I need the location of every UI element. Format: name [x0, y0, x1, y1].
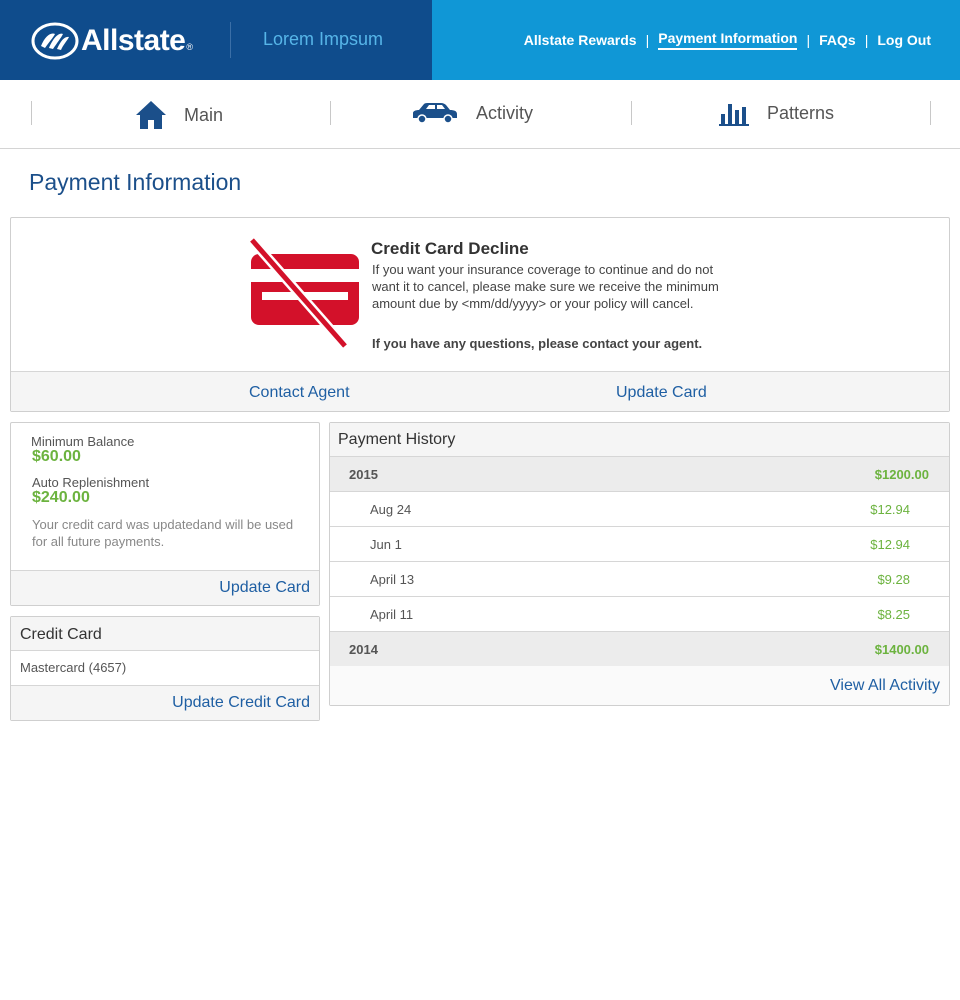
balance-card-footer: Update Card: [11, 570, 319, 605]
payment-amount: $8.25: [877, 607, 910, 622]
link-payment-information[interactable]: Payment Information: [658, 30, 798, 50]
payment-history-panel: Payment History 2015 $1200.00 Aug 24 $12…: [329, 422, 950, 706]
link-separator: |: [864, 32, 869, 48]
year-total: $1400.00: [874, 642, 929, 657]
header-divider: [230, 22, 231, 58]
payment-row: Jun 1 $12.94: [330, 527, 949, 562]
nav-divider: [330, 101, 331, 125]
top-links: Allstate Rewards | Payment Information |…: [524, 30, 931, 50]
update-card-button[interactable]: Update Card: [616, 384, 707, 402]
payment-row: April 13 $9.28: [330, 562, 949, 597]
registered-mark: ®: [186, 42, 194, 52]
alert-actions: Contact Agent Update Card: [11, 371, 949, 411]
nav-label: Activity: [476, 102, 534, 123]
year-label: 2015: [349, 467, 378, 482]
payment-row: Aug 24 $12.94: [330, 492, 949, 527]
payment-amount: $12.94: [870, 537, 910, 552]
nav-item-patterns[interactable]: Patterns: [719, 100, 834, 126]
link-log-out[interactable]: Log Out: [877, 32, 931, 48]
contact-agent-button[interactable]: Contact Agent: [249, 384, 350, 402]
payment-date: April 11: [370, 607, 414, 622]
credit-card-declined-icon: [249, 237, 359, 349]
link-separator: |: [806, 32, 811, 48]
payment-amount: $9.28: [877, 572, 910, 587]
minimum-balance-value: $60.00: [32, 448, 81, 465]
year-label: 2014: [349, 642, 378, 657]
site-header: Allstate ® Lorem Impsum Allstate Rewards…: [0, 0, 960, 80]
auto-replenishment-label: Auto Replenishment: [32, 475, 150, 490]
balance-card: Minimum Balance $60.00 Auto Replenishmen…: [10, 422, 320, 606]
view-all-activity-link[interactable]: View All Activity: [830, 677, 940, 695]
bar-chart-icon: [719, 104, 749, 126]
minimum-balance-label: Minimum Balance: [31, 434, 135, 449]
payment-row: April 11 $8.25: [330, 597, 949, 632]
update-card-button[interactable]: Update Card: [219, 579, 310, 597]
brand-name: Allstate: [81, 24, 186, 57]
nav-divider: [930, 101, 931, 125]
nav-item-activity[interactable]: Activity: [411, 102, 533, 124]
payment-history-heading: Payment History: [330, 423, 949, 457]
nav-label: Patterns: [767, 102, 835, 123]
header-brand-area: Allstate ® Lorem Impsum: [0, 0, 432, 80]
nav-item-main[interactable]: Main: [135, 100, 223, 130]
credit-card-footer: Update Credit Card: [11, 686, 319, 720]
alert-message: If you want your insurance coverage to c…: [372, 262, 719, 311]
car-icon: [413, 103, 457, 124]
nav-label: Main: [184, 104, 224, 125]
payment-date: Jun 1: [370, 537, 402, 552]
credit-card-heading: Credit Card: [11, 617, 319, 651]
credit-card-decline-alert: Credit Card Decline If you want your ins…: [10, 217, 950, 412]
nav-divider: [31, 101, 32, 125]
year-row[interactable]: 2014 $1400.00: [330, 632, 949, 667]
allstate-logo[interactable]: Allstate ®: [31, 22, 193, 60]
payment-amount: $12.94: [870, 502, 910, 517]
payment-date: April 13: [370, 572, 415, 587]
hands-logo-icon: [31, 22, 79, 60]
link-allstate-rewards[interactable]: Allstate Rewards: [524, 32, 637, 48]
nav-divider: [631, 101, 632, 125]
payment-history-footer: View All Activity: [330, 666, 949, 705]
update-credit-card-button[interactable]: Update Credit Card: [172, 694, 310, 712]
brand-subtitle: Lorem Impsum: [263, 29, 384, 49]
header-links-area: Allstate Rewards | Payment Information |…: [432, 0, 960, 80]
link-faqs[interactable]: FAQs: [819, 32, 856, 48]
year-row[interactable]: 2015 $1200.00: [330, 457, 949, 492]
link-separator: |: [645, 32, 650, 48]
alert-title: Credit Card Decline: [371, 239, 529, 258]
page-title: Payment Information: [29, 169, 242, 195]
home-icon: [136, 101, 166, 129]
year-total: $1200.00: [874, 467, 929, 482]
alert-contact-note: If you have any questions, please contac…: [372, 336, 703, 351]
balance-note: Your credit card was updatedand will be …: [32, 517, 294, 549]
auto-replenishment-value: $240.00: [32, 489, 90, 506]
payment-date: Aug 24: [370, 502, 412, 517]
main-nav: Main Activity Patterns: [0, 80, 960, 149]
credit-card-value: Mastercard (4657): [11, 651, 319, 686]
credit-card-panel: Credit Card Mastercard (4657) Update Cre…: [10, 616, 320, 721]
